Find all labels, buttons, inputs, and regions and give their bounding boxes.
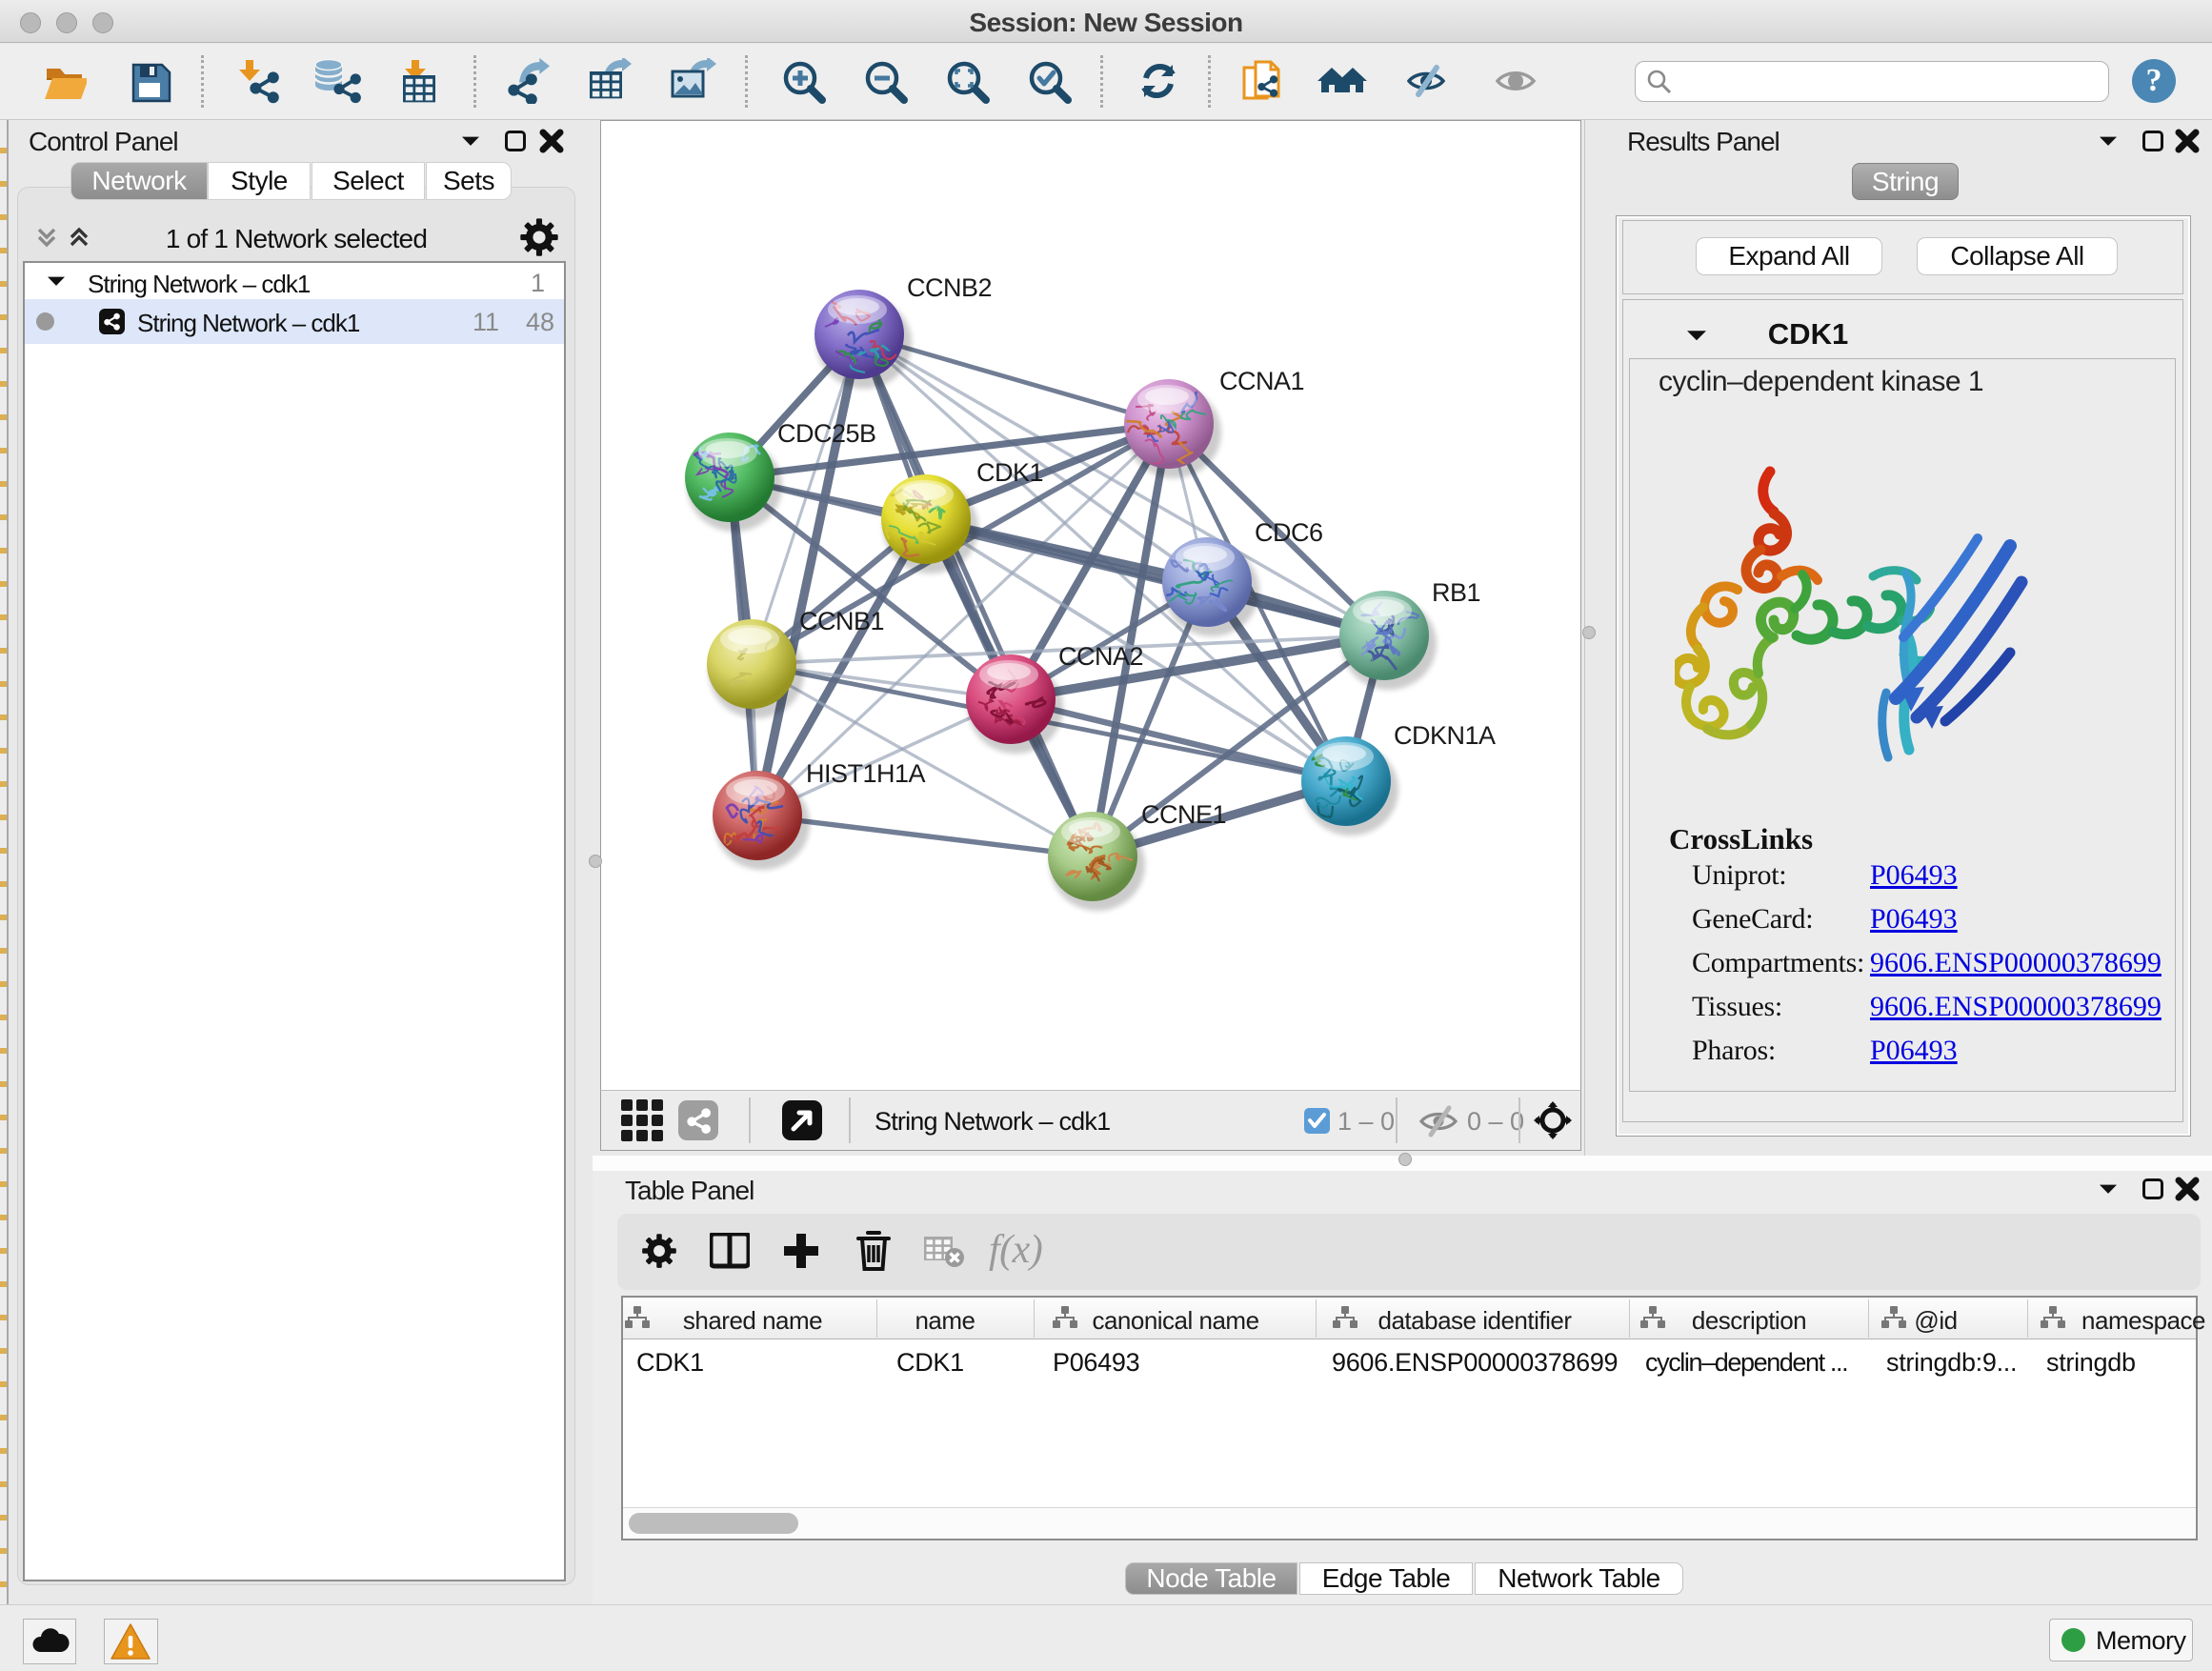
svg-text:CDK1: CDK1 [976, 458, 1043, 487]
svg-text:RB1: RB1 [1432, 578, 1480, 607]
svg-text:CCNA2: CCNA2 [1058, 642, 1143, 671]
svg-text:CCNA1: CCNA1 [1219, 367, 1304, 395]
svg-text:CDKN1A: CDKN1A [1394, 721, 1496, 750]
svg-text:CDC6: CDC6 [1255, 518, 1323, 547]
svg-text:CCNB2: CCNB2 [907, 273, 992, 302]
svg-text:CCNE1: CCNE1 [1141, 800, 1226, 829]
svg-text:?: ? [2146, 63, 2162, 98]
svg-text:CCNB1: CCNB1 [799, 607, 884, 635]
svg-text:HIST1H1A: HIST1H1A [806, 759, 926, 788]
svg-text:CDC25B: CDC25B [777, 419, 876, 448]
